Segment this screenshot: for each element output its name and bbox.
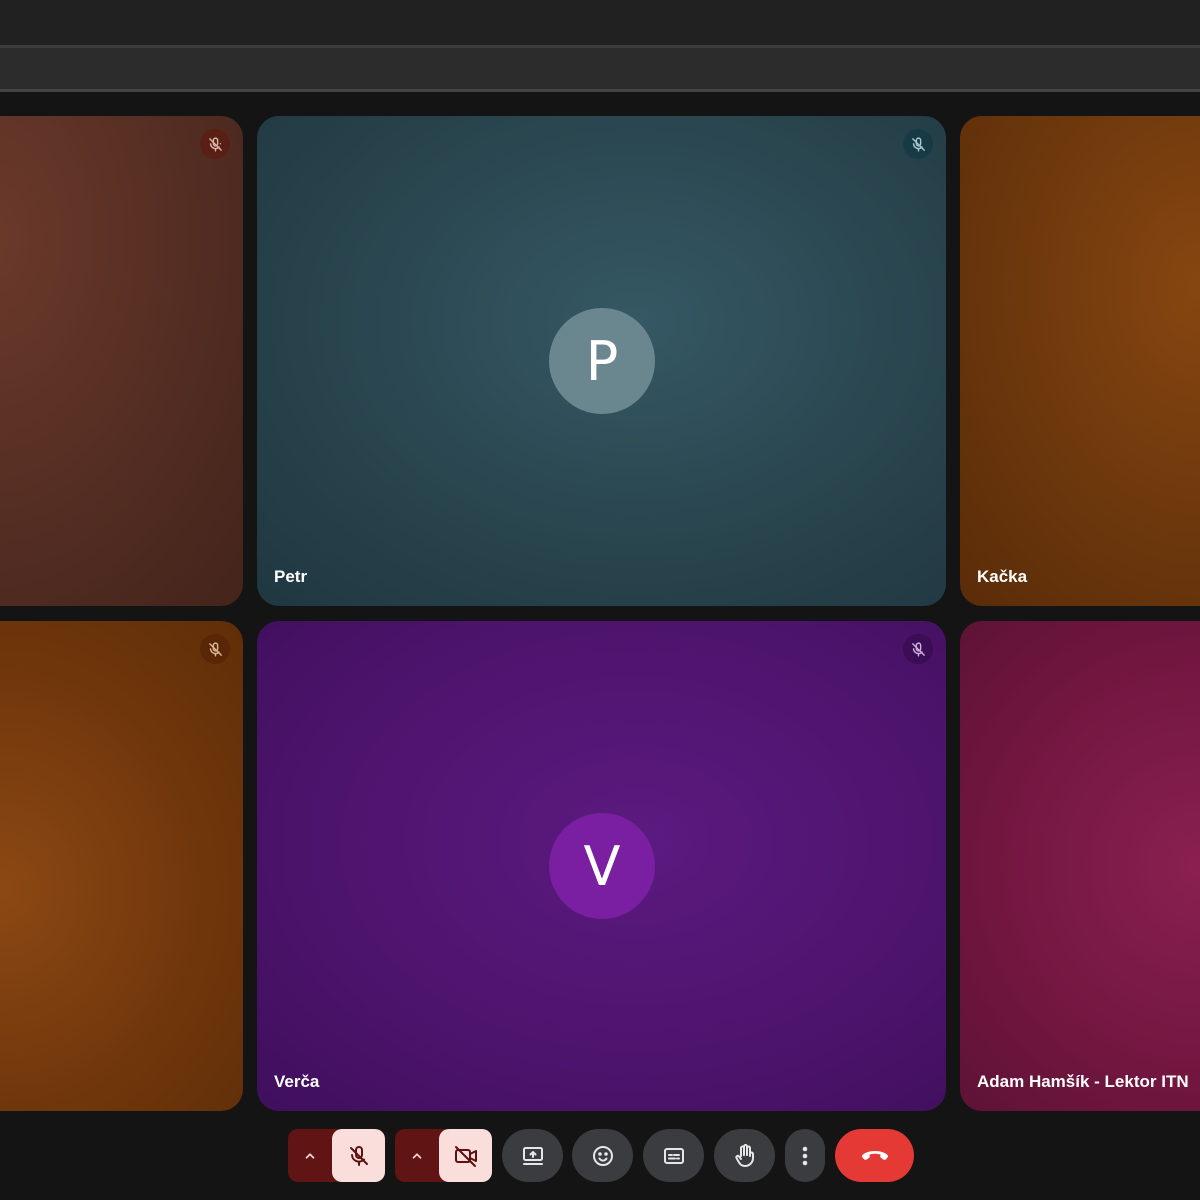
camera-control-group — [395, 1129, 492, 1182]
end-call-button[interactable] — [835, 1129, 914, 1182]
reactions-button[interactable] — [572, 1129, 633, 1182]
chevron-up-icon — [412, 1152, 422, 1159]
participant-tile[interactable] — [0, 621, 243, 1111]
captions-icon — [663, 1147, 684, 1164]
raise-hand-button[interactable] — [714, 1129, 775, 1182]
more-options-button[interactable] — [785, 1129, 825, 1182]
camera-toggle-button[interactable] — [439, 1129, 492, 1182]
call-controls-bar — [0, 1128, 1200, 1184]
hangup-icon — [861, 1150, 888, 1160]
toolbar-strip — [0, 48, 1200, 90]
present-screen-icon — [522, 1146, 543, 1165]
browser-top-bar — [0, 0, 1200, 46]
mic-control-group — [288, 1129, 385, 1182]
participant-tile[interactable] — [0, 116, 243, 606]
mic-toggle-button[interactable] — [332, 1129, 385, 1182]
hand-icon — [734, 1143, 754, 1167]
more-vert-icon — [802, 1146, 808, 1165]
captions-button[interactable] — [643, 1129, 704, 1182]
participant-name: Verča — [274, 1072, 320, 1091]
emoji-icon — [592, 1145, 613, 1166]
participant-name: Adam Hamšík - Lektor ITN — [977, 1072, 1189, 1091]
mic-off-icon — [903, 129, 933, 159]
avatar: V — [549, 813, 655, 919]
camera-options-button[interactable] — [395, 1129, 439, 1182]
participant-tile[interactable]: V Verča — [257, 621, 946, 1111]
mic-options-button[interactable] — [288, 1129, 332, 1182]
chevron-up-icon — [305, 1152, 315, 1159]
mic-off-icon — [200, 634, 230, 664]
participant-name: Kačka — [977, 567, 1028, 586]
present-screen-button[interactable] — [502, 1129, 563, 1182]
participant-name: Petr — [274, 567, 308, 586]
mic-off-icon — [200, 129, 230, 159]
participant-tile[interactable]: Adam Hamšík - Lektor ITN — [960, 621, 1200, 1111]
mic-off-icon — [349, 1145, 368, 1166]
participant-tile[interactable]: P Petr — [257, 116, 946, 606]
participant-tile[interactable]: Kačka — [960, 116, 1200, 606]
mic-off-icon — [903, 634, 933, 664]
avatar: P — [549, 308, 655, 414]
camera-off-icon — [454, 1145, 477, 1167]
